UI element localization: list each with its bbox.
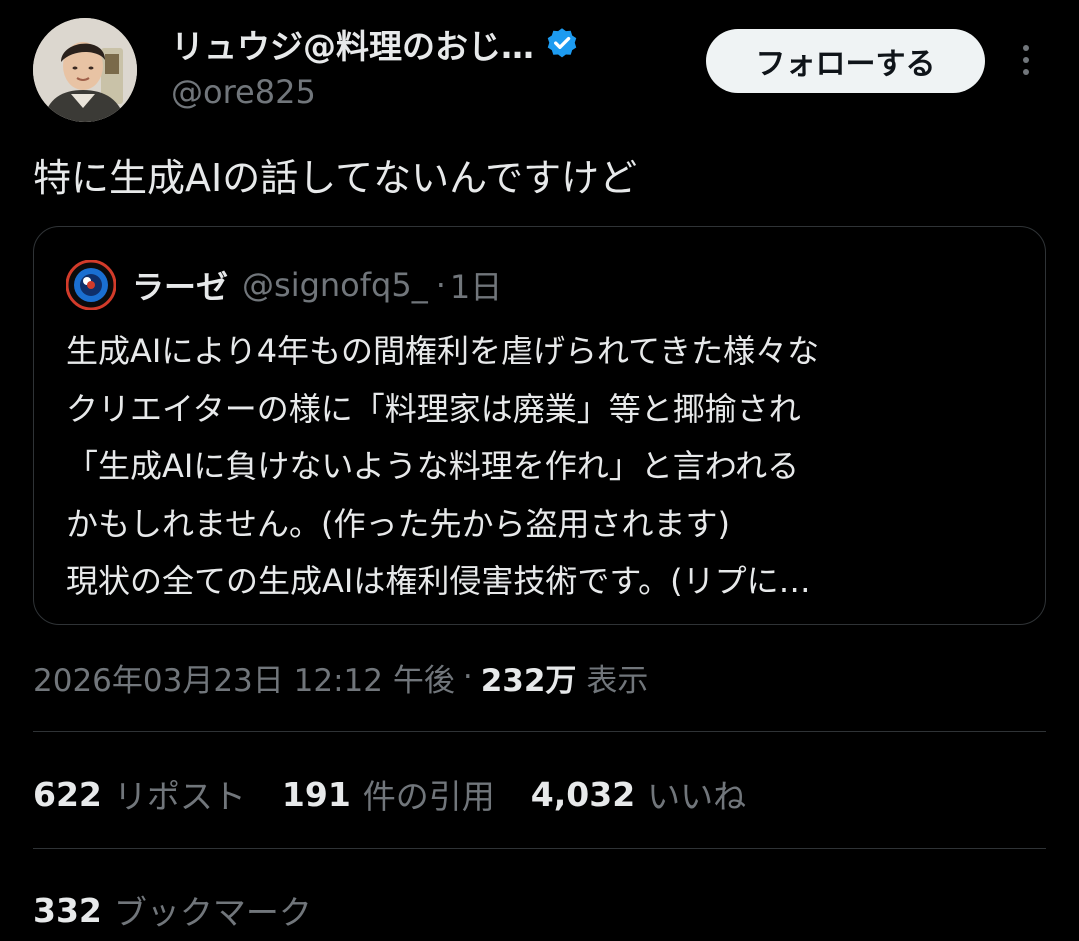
quoted-tweet-card[interactable]: ラーゼ @signofq5_ · 1日 生成AIにより4年もの間権利を虐げられて…: [33, 226, 1046, 625]
views-count: 232万: [480, 662, 577, 699]
divider: [33, 731, 1046, 732]
quoted-text-line: 「生成AIに負けないような料理を作れ」と言われる: [66, 447, 800, 485]
tweet-text: 特に生成AIの話してないんですけど: [33, 156, 638, 200]
likes-stat[interactable]: 4,032 いいね: [531, 770, 746, 818]
reposts-stat[interactable]: 622 リポスト: [33, 770, 246, 818]
likes-label: いいね: [647, 777, 747, 816]
bookmarks-label: ブックマーク: [113, 893, 312, 932]
quotes-count: 191: [281, 774, 351, 814]
tweet-meta-row: 2026年03月23日 12:12 午後 · 232万 表示: [33, 652, 648, 702]
quoted-text-line: クリエイターの様に「料理家は廃業」等と揶揄され: [66, 389, 801, 428]
quoted-tweet-text: 生成AIにより4年もの間権利を虐げられてきた様々な クリエイターの様に「料理家は…: [66, 323, 1026, 611]
quoted-author-name[interactable]: ラーゼ: [132, 262, 228, 308]
quotes-label: 件の引用: [362, 777, 495, 816]
author-avatar[interactable]: [33, 18, 137, 122]
engagement-stats: 622 リポスト 191 件の引用 4,032 いいね: [33, 768, 782, 820]
bookmarks-count: 332: [33, 890, 102, 930]
reposts-label: リポスト: [113, 777, 246, 816]
likes-count: 4,032: [530, 774, 636, 814]
quoted-tweet-time[interactable]: 1日: [450, 262, 502, 308]
author-name-row[interactable]: リュウジ@料理のおじ…: [171, 22, 580, 66]
reposts-count: 622: [33, 774, 102, 814]
quoted-author-avatar[interactable]: [65, 259, 117, 311]
bookmarks-stat[interactable]: 332 ブックマーク: [33, 884, 312, 936]
quoted-tweet-header: ラーゼ @signofq5_ · 1日: [132, 261, 502, 309]
quotes-stat[interactable]: 191 件の引用: [282, 770, 495, 818]
divider: [33, 848, 1046, 849]
quoted-separator: ·: [435, 266, 446, 304]
meta-separator: ·: [462, 659, 473, 695]
quoted-text-line: 現状の全ての生成AIは権利侵害技術です。(リプに…: [66, 562, 811, 600]
follow-button[interactable]: フォローする: [706, 29, 985, 93]
tweet-timestamp[interactable]: 2026年03月23日 12:12 午後: [33, 655, 455, 700]
author-handle[interactable]: @ore825: [171, 73, 316, 111]
verified-badge-icon: [544, 26, 580, 62]
author-display-name[interactable]: リュウジ@料理のおじ…: [171, 20, 534, 68]
quoted-text-line: かもしれません。(作った先から盗用されます): [66, 504, 731, 543]
views-label: 表示: [586, 662, 649, 699]
quoted-author-handle[interactable]: @signofq5_: [242, 266, 428, 304]
more-vertical-icon[interactable]: [1010, 40, 1042, 80]
quoted-text-line: 生成AIにより4年もの間権利を虐げられてきた様々な: [66, 332, 820, 370]
